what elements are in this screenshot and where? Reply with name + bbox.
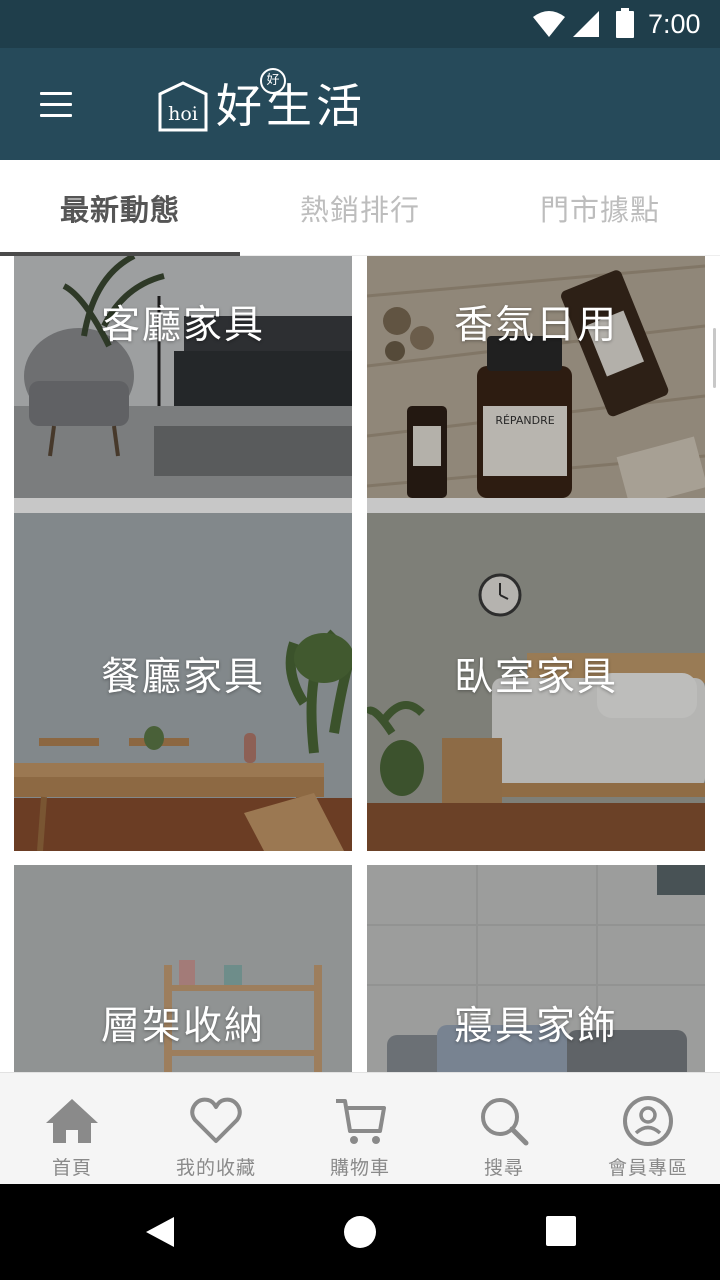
app-screen: 7:00 hoi 好生活 好 最新動態 熱銷排行 門市據點 客廳家具 RÉPAN…	[0, 0, 720, 1280]
nav-label: 首頁	[51, 1157, 92, 1179]
nav-search[interactable]: 搜尋	[432, 1073, 576, 1185]
nav-cart[interactable]: 購物車	[288, 1073, 432, 1185]
system-navigation-bar	[0, 1184, 720, 1280]
tab-store-locations[interactable]: 門市據點	[480, 160, 720, 256]
category-card-bedding[interactable]: 寢具家飾	[367, 865, 705, 1072]
category-card-dining-room[interactable]: 餐廳家具	[14, 513, 352, 851]
category-card-shelf[interactable]: 層架收納	[14, 865, 352, 1072]
app-bar: hoi 好生活 好	[0, 48, 720, 160]
tab-bar: 最新動態 熱銷排行 門市據點	[0, 160, 720, 256]
category-label: 寢具家飾	[453, 1004, 618, 1049]
nav-home[interactable]: 首頁	[0, 1073, 144, 1185]
category-card-bedroom[interactable]: 臥室家具	[367, 513, 705, 851]
brand-logo[interactable]: hoi 好生活 好	[156, 68, 366, 144]
status-bar: 7:00	[0, 0, 720, 48]
user-circle-icon	[623, 1096, 673, 1146]
nav-label: 會員專區	[607, 1157, 688, 1179]
battery-icon	[616, 8, 634, 38]
menu-line	[40, 102, 72, 106]
bottom-navigation: 首頁 我的收藏 購物車 搜尋 會員專區	[0, 1072, 720, 1184]
logo-house-icon: hoi	[158, 81, 208, 132]
category-label: 層架收納	[100, 1004, 265, 1049]
home-icon	[46, 1099, 98, 1143]
nav-label: 我的收藏	[175, 1157, 256, 1179]
brand-badge: 好	[260, 68, 286, 94]
signal-icon	[573, 11, 599, 37]
category-label: 客廳家具	[100, 303, 265, 348]
brand-name: 好生活	[216, 79, 366, 133]
nav-label: 搜尋	[483, 1157, 524, 1179]
tab-best-sellers[interactable]: 熱銷排行	[240, 160, 480, 256]
status-time: 7:00	[648, 9, 701, 39]
menu-line	[40, 91, 72, 95]
heart-icon	[190, 1097, 242, 1143]
nav-member[interactable]: 會員專區	[576, 1073, 720, 1185]
category-label: 香氛日用	[453, 303, 618, 348]
nav-favorites[interactable]: 我的收藏	[144, 1073, 288, 1185]
category-label: 餐廳家具	[100, 655, 265, 700]
recents-icon[interactable]	[546, 1216, 576, 1246]
category-grid: 客廳家具 RÉPANDRE 香氛日用 餐廳家具 臥室家具 層架收納 寢具家飾	[0, 256, 720, 1072]
category-label: 臥室家具	[453, 655, 618, 700]
wifi-icon	[533, 11, 565, 37]
home-circle-icon[interactable]	[344, 1216, 376, 1248]
search-icon	[481, 1098, 529, 1146]
scrollbar[interactable]	[713, 328, 716, 388]
menu-line	[40, 113, 72, 117]
cart-icon	[336, 1099, 386, 1144]
nav-label: 購物車	[329, 1157, 390, 1179]
logo-mark-text: hoi	[168, 103, 198, 125]
hamburger-menu-icon[interactable]	[28, 78, 84, 130]
back-icon[interactable]	[144, 1216, 176, 1248]
tab-latest[interactable]: 最新動態	[0, 160, 240, 256]
